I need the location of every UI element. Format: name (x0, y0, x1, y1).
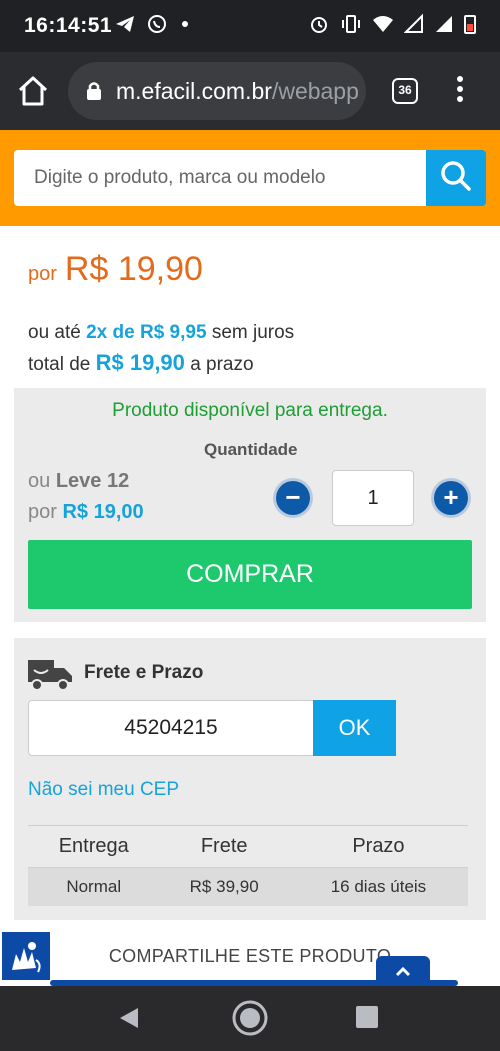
tabs-icon[interactable]: 36 (392, 78, 418, 104)
availability-message: Produto disponível para entrega. (112, 400, 388, 421)
installments-suffix: sem juros (211, 322, 295, 343)
installments: ou até 2x de R$ 9,95 sem juros total de … (28, 318, 294, 380)
freight-title: Frete e Prazo (84, 662, 204, 683)
table-header: Frete (159, 825, 289, 868)
browser-toolbar: m.efacil.com.br/webapp 36 (0, 52, 500, 130)
bulk-prefix: ou (28, 470, 51, 492)
ok-button[interactable]: OK (313, 700, 396, 756)
total-suffix: a prazo (190, 354, 254, 375)
whatsapp-icon (146, 13, 168, 35)
signal-icon (434, 13, 454, 35)
price-value: R$ 19,90 (64, 250, 203, 288)
recents-icon[interactable] (356, 1006, 378, 1028)
shipping-table: Entrega Frete Prazo Normal R$ 39,90 16 d… (28, 825, 468, 906)
bulk-label: Leve 12 (55, 470, 130, 492)
buy-button[interactable]: COMPRAR (28, 540, 472, 609)
search-button[interactable] (426, 150, 486, 206)
quantity-input[interactable]: 1 (332, 470, 414, 526)
lock-icon (86, 81, 102, 106)
table-cell: R$ 39,90 (159, 867, 289, 906)
url-domain: m.efacil.com.br (116, 78, 272, 104)
signal-icon (404, 13, 424, 35)
bulk-offer-line-2: por R$ 19,00 (28, 497, 144, 528)
more-vert-icon[interactable] (450, 76, 470, 108)
table-header: Entrega (28, 825, 160, 868)
status-right-icons (308, 13, 476, 35)
table-header: Prazo (288, 825, 468, 868)
battery-icon (464, 13, 476, 35)
installments-prefix: ou até (28, 322, 81, 343)
search-icon (440, 160, 472, 197)
total-value: R$ 19,90 (95, 350, 185, 375)
vibrate-icon (340, 13, 362, 35)
bulk-offer: ou Leve 12 por R$ 19,00 (28, 466, 144, 528)
unknown-cep-link[interactable]: Não sei meu CEP (28, 779, 179, 801)
telegram-icon (114, 13, 136, 35)
price-block: por R$ 19,90 (28, 250, 203, 289)
back-icon[interactable] (118, 1006, 140, 1035)
installments-line-1: ou até 2x de R$ 9,95 sem juros (28, 318, 294, 348)
bulk-offer-line-1: ou Leve 12 (28, 466, 144, 497)
url-text: m.efacil.com.br/webapp (116, 78, 358, 105)
alarm-icon (308, 13, 330, 35)
status-bar: 16:14:51 (0, 0, 500, 52)
quantity-decrease-button[interactable]: − (276, 481, 310, 515)
quantity-label: Quantidade (204, 440, 298, 459)
libras-icon[interactable] (0, 930, 52, 982)
system-nav-bar (0, 986, 500, 1051)
quantity-increase-button[interactable]: + (434, 481, 468, 515)
installments-line-2: total de R$ 19,90 a prazo (28, 348, 294, 380)
table-cell: Normal (28, 867, 160, 906)
total-prefix: total de (28, 354, 91, 375)
cep-input[interactable]: 45204215 (28, 700, 314, 756)
status-left-icons (114, 13, 192, 35)
dot-icon (178, 13, 192, 35)
table-cell: 16 dias úteis (288, 867, 468, 906)
freight-panel: Frete e Prazo 45204215 OK Não sei meu CE… (14, 638, 486, 920)
installments-value: 2x de R$ 9,95 (86, 322, 207, 343)
home-circle-icon[interactable] (231, 999, 269, 1042)
url-path: /webapp (271, 78, 358, 104)
search-input[interactable] (14, 150, 426, 206)
home-icon[interactable] (16, 75, 50, 107)
truck-icon (26, 656, 74, 697)
price-prefix: por (28, 263, 57, 285)
table-row: Normal R$ 39,90 16 dias úteis (28, 867, 468, 906)
address-bar[interactable]: m.efacil.com.br/webapp (68, 62, 366, 120)
bulk-price: R$ 19,00 (62, 501, 144, 523)
status-time: 16:14:51 (24, 14, 113, 37)
wifi-icon (372, 13, 394, 35)
bulk-price-prefix: por (28, 501, 57, 523)
buy-panel: Produto disponível para entrega. Quantid… (14, 388, 486, 622)
table-header-row: Entrega Frete Prazo (28, 825, 468, 868)
